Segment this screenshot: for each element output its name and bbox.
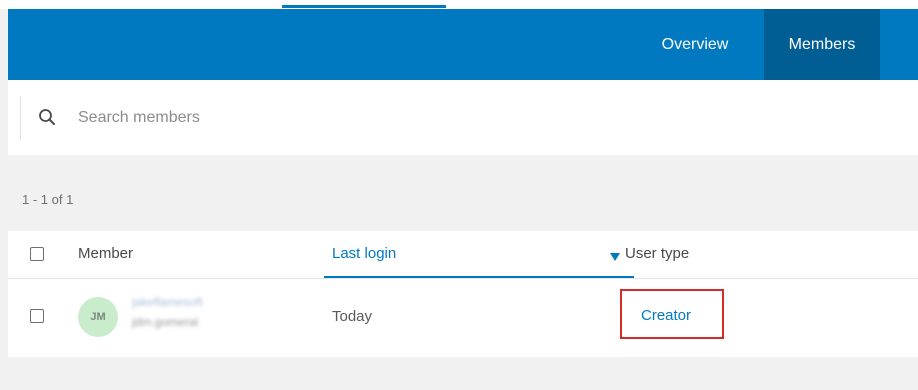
- search-input[interactable]: [76, 104, 640, 132]
- member-full-name[interactable]: jakeflamesoft: [132, 295, 262, 309]
- table-row: JM jakeflamesoft jdm.gomeral Today Creat…: [8, 279, 918, 357]
- user-type-link[interactable]: Creator: [641, 307, 691, 324]
- tab-members-label: Members: [788, 35, 856, 53]
- search-icon: [38, 108, 56, 126]
- avatar-initials: JM: [90, 311, 106, 323]
- column-header-user-type[interactable]: User type: [625, 245, 689, 262]
- last-login-value: Today: [332, 308, 373, 325]
- members-table: Member Last login User type JM jakeflame…: [8, 231, 918, 357]
- results-count: 1 - 1 of 1: [22, 192, 74, 207]
- select-all-checkbox[interactable]: [30, 247, 44, 261]
- row-checkbox[interactable]: [30, 309, 44, 323]
- nav-bar-edge: [880, 9, 918, 80]
- member-username: jdm.gomeral: [132, 315, 199, 329]
- search-panel: [8, 80, 918, 155]
- tab-overview[interactable]: Overview: [632, 9, 758, 80]
- caret-down-icon: [610, 248, 620, 261]
- nav-bar: Overview Members: [8, 9, 918, 80]
- top-strip: [0, 0, 918, 9]
- avatar: JM: [78, 297, 118, 337]
- tab-overview-label: Overview: [661, 35, 729, 53]
- table-header-row: Member Last login User type: [8, 231, 918, 279]
- column-header-last-login[interactable]: Last login: [324, 231, 634, 278]
- column-header-last-login-label: Last login: [332, 245, 397, 262]
- tab-members[interactable]: Members: [764, 9, 880, 80]
- column-header-member[interactable]: Member: [78, 245, 133, 262]
- search-divider: [20, 96, 21, 140]
- top-strip-accent: [282, 5, 446, 8]
